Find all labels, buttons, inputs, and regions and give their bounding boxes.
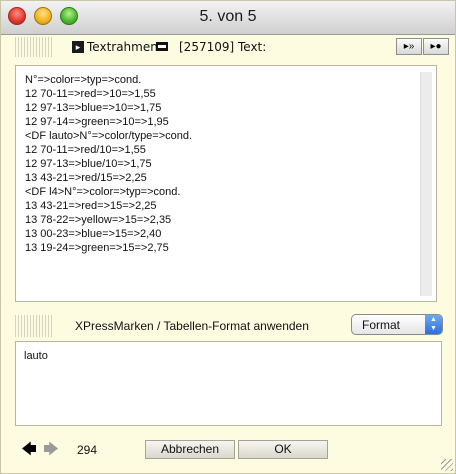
text-line: 13 19-24=>green=>15=>2,75 <box>25 242 169 254</box>
text-lines: N°=>color=>typ=>cond. 12 70-11=>red=>10=>… <box>25 73 192 255</box>
last-button[interactable]: ▸● <box>423 38 449 55</box>
arrow-left-icon[interactable]: 🡄 <box>21 442 37 458</box>
text-line: N°=>color=>typ=>cond. <box>25 74 142 86</box>
header-id-text: [257109] Text: <box>179 40 267 54</box>
main-text-area[interactable]: N°=>color=>typ=>cond. 12 70-11=>red=>10=>… <box>15 65 437 302</box>
text-line: 13 78-22=>yellow=>15=>2,35 <box>25 214 172 226</box>
small-text-value: lauto <box>24 350 48 362</box>
text-line: 13 43-21=>red=>15=>2,25 <box>25 200 157 212</box>
text-frame-icon: ▸ <box>72 41 84 53</box>
select-arrows-icon: ▲ ▼ <box>425 315 442 334</box>
text-line: <DF l4>N°=>color=>typ=>cond. <box>25 186 181 198</box>
text-line: <DF lauto>N°=>color/type=>cond. <box>25 130 193 142</box>
small-text-field[interactable]: lauto <box>15 341 442 426</box>
text-line: 13 43-21=>red/15=>2,25 <box>25 172 147 184</box>
vertical-scrollbar[interactable] <box>420 72 432 296</box>
title-bar: 5. von 5 <box>1 1 455 35</box>
bottom-bar: 🡄 🡆 294 Abbrechen OK <box>15 439 440 461</box>
count-value: 294 <box>77 443 98 457</box>
text-line: 12 97-13=>blue=>10=>1,75 <box>25 102 162 114</box>
next-button[interactable]: ▸» <box>396 38 422 55</box>
xpress-row: XPressMarken / Tabellen-Format anwenden … <box>1 313 455 339</box>
text-line: 12 97-14=>green=>10=>1,95 <box>25 116 169 128</box>
text-line: 13 00-23=>blue=>15=>2,40 <box>25 228 162 240</box>
dialog-window: 5. von 5 ▸ Textrahmen [257109] Text: ▸» … <box>0 0 456 474</box>
text-line: 12 97-13=>blue/10=>1,75 <box>25 158 152 170</box>
format-select[interactable]: Format ▲ ▼ <box>351 314 443 335</box>
window-title: 5. von 5 <box>199 8 257 25</box>
format-select-value: Format <box>362 318 401 332</box>
text-line: 12 70-11=>red/10=>1,55 <box>25 144 146 156</box>
arrow-right-icon[interactable]: 🡆 <box>43 442 59 458</box>
cancel-button[interactable]: Abbrechen <box>145 440 235 459</box>
text-box-icon <box>156 42 168 51</box>
header-stripes <box>15 37 53 57</box>
xpress-stripes <box>15 315 53 337</box>
header-row: ▸ Textrahmen [257109] Text: ▸» ▸● <box>1 35 455 59</box>
resize-grip-icon[interactable] <box>441 459 453 471</box>
ok-button[interactable]: OK <box>238 440 328 459</box>
text-line: 12 70-11=>red=>10=>1,55 <box>25 88 156 100</box>
header-label: Textrahmen <box>87 40 158 54</box>
xpress-label: XPressMarken / Tabellen-Format anwenden <box>75 319 309 333</box>
